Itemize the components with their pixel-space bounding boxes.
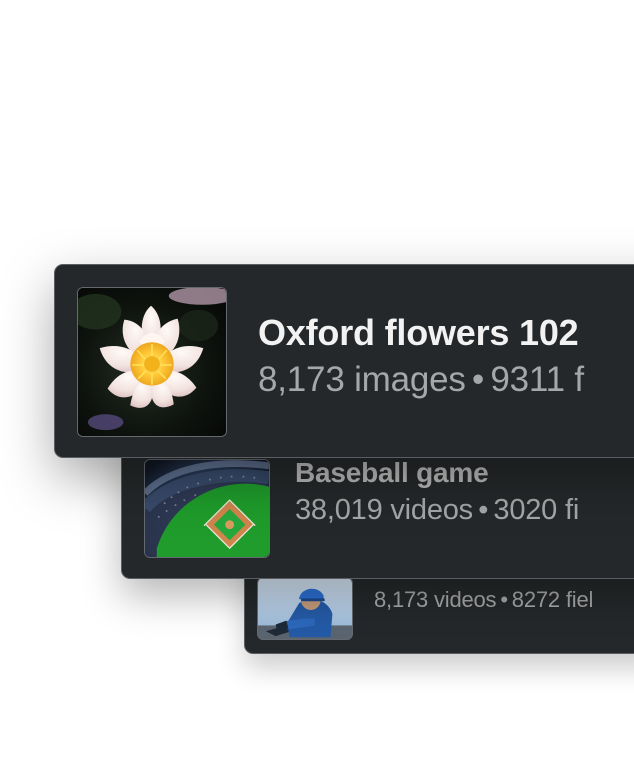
baseball-stadium-image	[144, 459, 270, 558]
subtitle-separator: •	[472, 360, 485, 399]
dataset-fields: 9311 f	[490, 360, 584, 399]
lotus-flower-image	[77, 287, 227, 437]
dataset-count: 8,173 images	[258, 360, 466, 399]
dataset-count: 38,019 videos	[295, 494, 473, 526]
dataset-card-meta: Baseball game 38,019 videos • 3020 fi	[295, 459, 579, 525]
dataset-subtitle: 8,173 images • 9311 f	[258, 362, 584, 397]
dataset-card-meta: Oxford flowers 102 8,173 images • 9311 f	[258, 312, 584, 398]
dataset-title: Baseball game	[295, 457, 489, 488]
dataset-card-oxford-flowers[interactable]: Oxford flowers 102 8,173 images • 9311 f	[54, 264, 634, 458]
dataset-fields: 3020 fi	[493, 494, 580, 526]
dataset-count: 8,173 videos	[374, 587, 497, 612]
subtitle-separator: •	[500, 587, 508, 612]
dataset-title: Oxford flowers 102	[258, 312, 579, 353]
hard-hat-worker-image	[257, 577, 353, 640]
dataset-fields: 8272 fiel	[511, 587, 594, 612]
subtitle-separator: •	[478, 494, 489, 526]
dataset-subtitle: 38,019 videos • 3020 fi	[295, 496, 579, 525]
dataset-card-stack: Hard hat detection 8,173 videos•8272 fie…	[0, 0, 634, 768]
dataset-subtitle: 8,173 videos • 8272 fiel	[374, 589, 593, 611]
